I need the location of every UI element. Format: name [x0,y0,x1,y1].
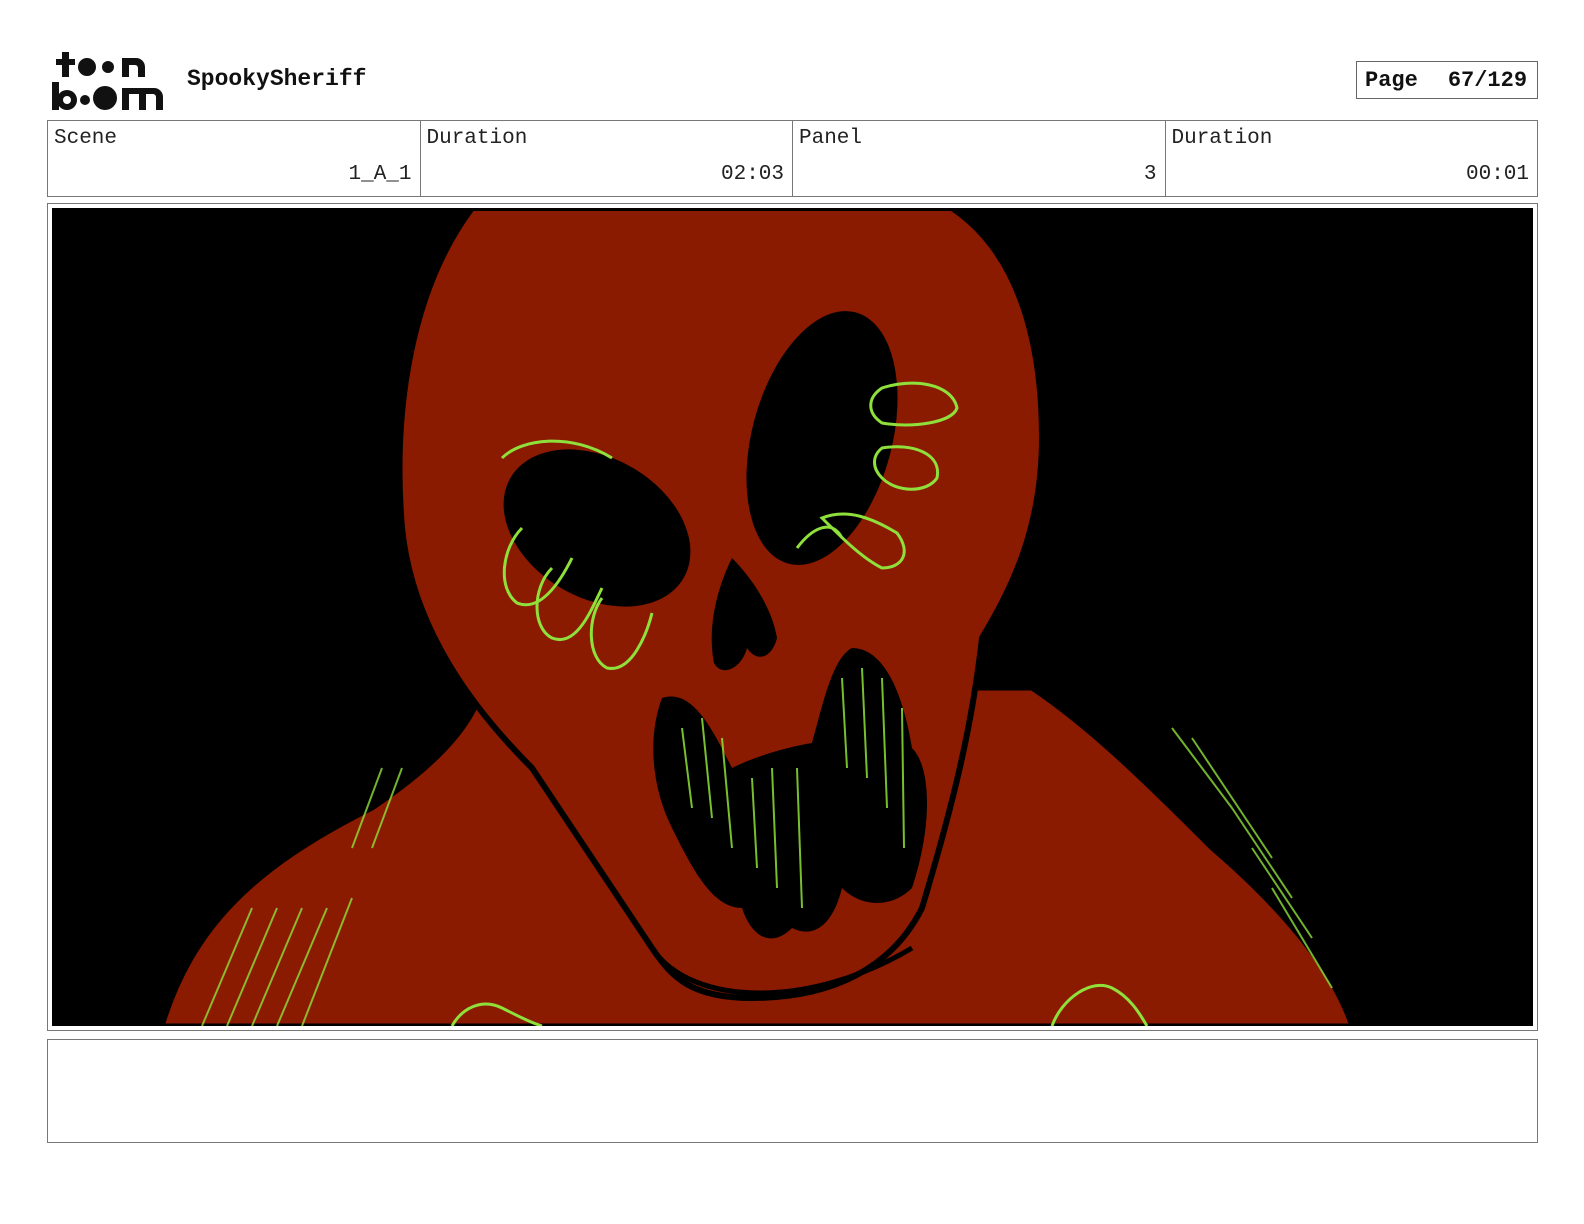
page-number: 67/129 [1447,67,1528,93]
scene-value: 1_A_1 [348,163,412,186]
panel-cell: Panel 3 [793,121,1166,196]
toonboom-logo [50,50,164,112]
panel-label: Panel [799,127,863,150]
panel-info-table: Scene 1_A_1 Duration 02:03 Panel 3 Durat… [47,120,1538,197]
storyboard-panel-image [52,208,1533,1026]
panel-value: 3 [1143,163,1157,186]
panel-notes-box [47,1039,1538,1143]
skull-illustration [52,208,1533,1026]
storyboard-panel-frame [47,203,1538,1031]
scene-cell: Scene 1_A_1 [48,121,421,196]
panel-duration-cell: Duration 00:01 [1166,121,1538,196]
scene-duration-label: Duration [426,127,528,150]
panel-duration-label: Duration [1171,127,1273,150]
project-title: SpookySheriff [187,66,367,92]
page-indicator: Page 67/129 [1356,61,1538,99]
scene-duration-cell: Duration 02:03 [421,121,793,196]
scene-duration-value: 02:03 [720,163,784,186]
panel-duration-value: 00:01 [1465,163,1529,186]
scene-label: Scene [54,127,118,150]
page-label: Page [1365,67,1418,93]
